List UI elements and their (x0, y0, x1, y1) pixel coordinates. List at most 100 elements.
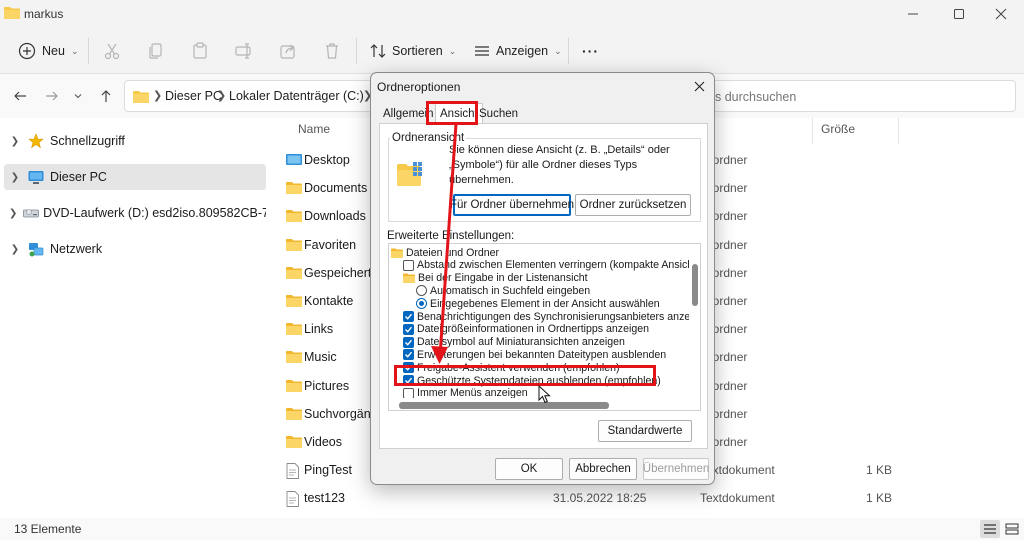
file-name: Desktop (304, 153, 350, 167)
file-type: Textdokument (700, 491, 775, 506)
file-name: Music (304, 350, 337, 365)
settings-tree-item[interactable]: Erweiterungen bei bekannten Dateitypen a… (403, 348, 666, 361)
folder-icon (286, 379, 302, 392)
ok-button[interactable]: OK (495, 458, 563, 480)
restore-defaults-button[interactable]: Standardwerte (598, 420, 692, 442)
radio-unselected[interactable] (416, 285, 427, 297)
minimize-icon (908, 13, 918, 15)
checkbox-checked[interactable] (403, 336, 414, 348)
star-icon (26, 133, 46, 149)
folder-icon (286, 238, 302, 251)
chevron-down-icon (74, 94, 82, 99)
chevron-right-icon[interactable]: ❯ (4, 208, 22, 219)
column-divider[interactable] (812, 118, 813, 144)
checkbox-unchecked[interactable] (403, 259, 414, 271)
settings-tree-item[interactable]: Dateigrößeinformationen in Ordnertipps a… (403, 323, 649, 336)
desktop-folder-icon (286, 153, 302, 166)
view-icon (475, 46, 489, 56)
chevron-right-icon[interactable]: ❯ (4, 244, 26, 255)
breadcrumb-dieser-pc[interactable]: Dieser PC (165, 89, 222, 103)
settings-tree-item: Dateien und Ordner (391, 246, 499, 259)
tab-search[interactable]: Suchen (475, 105, 522, 123)
settings-tree-item[interactable]: Abstand zwischen Elementen verringern (k… (403, 259, 700, 272)
toolbar-divider (568, 38, 569, 64)
delete-icon[interactable] (322, 41, 342, 61)
close-window-button[interactable] (978, 0, 1024, 28)
checkbox-checked[interactable] (403, 323, 414, 335)
arrow-left-icon (14, 91, 26, 101)
chevron-right-icon[interactable]: ❯ (4, 136, 26, 147)
share-icon[interactable] (278, 41, 298, 61)
recent-locations-button[interactable] (68, 86, 88, 106)
breadcrumb-separator: ❯ (217, 90, 227, 102)
sidebar-item-quick-access[interactable]: ❯ Schnellzugriff (4, 128, 266, 154)
search-placeholder: s durchsuchen (715, 90, 797, 104)
apply-button[interactable]: Übernehmen (643, 458, 709, 480)
view-button[interactable]: Anzeigen ⌄ (474, 28, 562, 74)
tiles-view-icon (1005, 523, 1019, 535)
column-header-size[interactable]: Größe (821, 122, 855, 136)
sort-button[interactable]: Sortieren ⌄ (370, 28, 456, 74)
command-bar: Neu ⌄ Sortieren ⌄ Anzeigen ⌄ ··· (0, 28, 1024, 74)
folder-view-label: Ordneransicht (390, 132, 467, 144)
sidebar-item-dvd-drive[interactable]: ❯ DVD-Laufwerk (D:) esd2iso.809582CB-7FF… (4, 200, 266, 226)
checkmark-icon (405, 326, 413, 333)
folder-icon (286, 407, 302, 420)
column-divider[interactable] (898, 118, 899, 144)
file-name: Pictures (304, 378, 350, 393)
vertical-scrollbar[interactable] (689, 244, 700, 394)
settings-tree-label: Dateien und Ordner (406, 246, 500, 259)
more-icon: ··· (582, 43, 599, 59)
navigation-pane: ❯ Schnellzugriff ❯ Dieser PC ❯ DVD-Laufw… (0, 118, 270, 518)
dialog-close-button[interactable] (687, 76, 711, 96)
toolbar-divider (88, 38, 89, 64)
settings-tree-item[interactable]: Eingegebenes Element in der Ansicht ausw… (416, 297, 660, 310)
plus-circle-icon (18, 42, 36, 60)
back-button[interactable] (10, 86, 30, 106)
apply-to-folders-button[interactable]: Für Ordner übernehmen (450, 194, 574, 216)
folder-view-icon (397, 162, 422, 186)
folder-icon (286, 322, 302, 336)
chevron-right-icon[interactable]: ❯ (4, 172, 26, 183)
sort-label: Sortieren (392, 44, 443, 58)
folder-view-group: Sie können diese Ansicht (z. B. „Details… (388, 138, 701, 222)
tiles-view-button[interactable] (1002, 520, 1022, 538)
settings-tree-item: Bei der Eingabe in der Listenansicht (403, 272, 588, 285)
up-button[interactable] (96, 86, 116, 106)
checkbox-checked[interactable] (403, 311, 414, 322)
maximize-icon (954, 9, 964, 19)
paste-icon[interactable] (190, 41, 210, 61)
cancel-button[interactable]: Abbrechen (569, 458, 637, 480)
settings-tree-item[interactable]: Dateisymbol auf Miniaturansichten anzeig… (403, 336, 625, 349)
sidebar-item-network[interactable]: ❯ Netzwerk (4, 236, 266, 262)
more-options-button[interactable]: ··· (582, 28, 599, 74)
search-box[interactable]: s durchsuchen (706, 80, 1016, 112)
settings-tree-item[interactable]: Automatisch in Suchfeld eingeben (416, 284, 590, 297)
setting-highlight-box (394, 365, 656, 386)
dialog-title: Ordneroptionen (377, 80, 461, 94)
breadcrumb-local-disk[interactable]: Lokaler Datenträger (C:) (229, 89, 364, 103)
copy-icon[interactable] (146, 41, 166, 61)
folder-icon (286, 435, 302, 448)
file-row[interactable]: test123 31.05.2022 18:25 Textdokument 1 KB (282, 484, 1012, 512)
sidebar-item-this-pc[interactable]: ❯ Dieser PC (4, 164, 266, 190)
cut-icon[interactable] (102, 41, 122, 61)
horizontal-scroll-thumb[interactable] (399, 402, 609, 409)
dvd-drive-icon (22, 205, 39, 221)
rename-icon[interactable] (234, 41, 254, 61)
settings-tree-item[interactable]: Benachrichtigungen des Synchronisierungs… (403, 310, 699, 323)
new-button[interactable]: Neu ⌄ (18, 28, 78, 74)
folder-icon (286, 209, 302, 223)
column-header-name[interactable]: Name (298, 122, 330, 136)
reset-folders-button[interactable]: Ordner zurücksetzen (575, 194, 691, 216)
maximize-button[interactable] (936, 0, 982, 28)
checkbox-checked[interactable] (403, 349, 414, 361)
vertical-scroll-thumb[interactable] (692, 264, 698, 306)
details-view-button[interactable] (980, 520, 1000, 538)
radio-selected[interactable] (416, 298, 427, 310)
settings-tree-label: Dateisymbol auf Miniaturansichten anzeig… (417, 336, 625, 349)
status-bar: 13 Elemente (0, 518, 1024, 540)
sidebar-item-label: Schnellzugriff (50, 134, 125, 148)
minimize-button[interactable] (890, 0, 936, 28)
forward-button[interactable] (42, 86, 62, 106)
